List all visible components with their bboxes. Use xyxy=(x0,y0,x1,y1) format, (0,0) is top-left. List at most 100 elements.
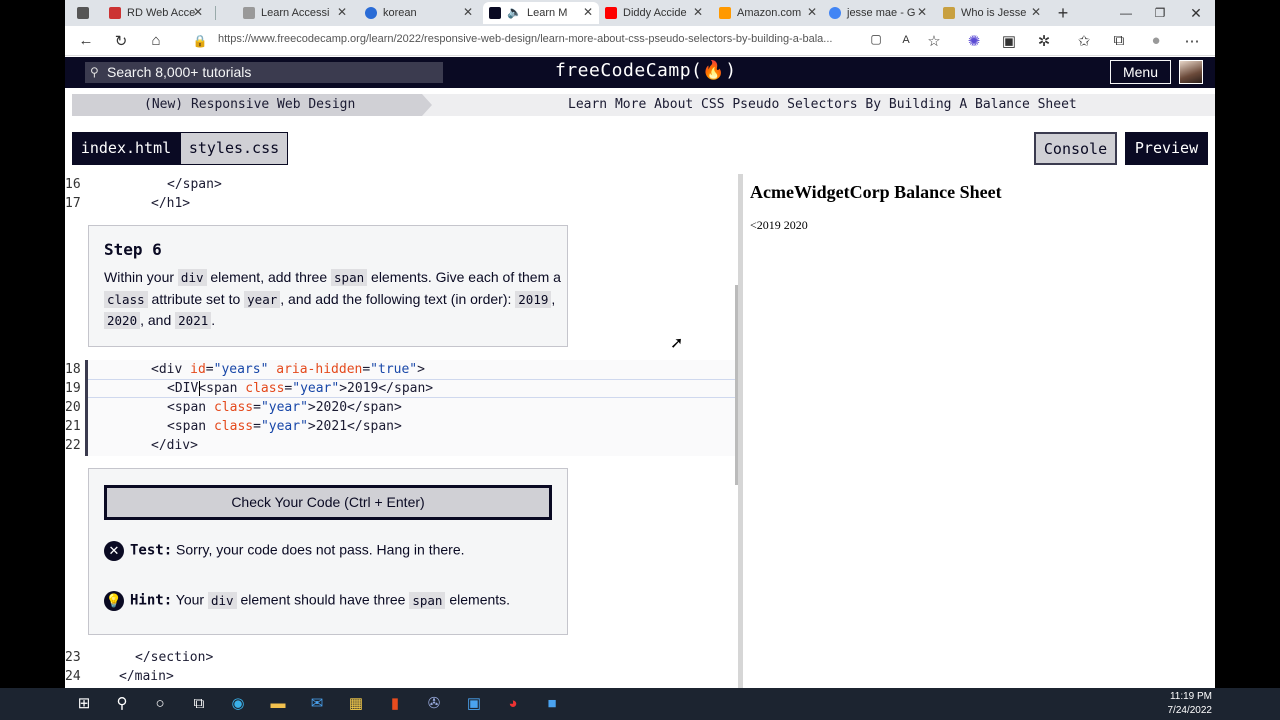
close-icon[interactable]: ✕ xyxy=(463,5,473,19)
tab-label: korean xyxy=(383,7,417,19)
console-button[interactable]: Console xyxy=(1034,132,1117,165)
preview-button[interactable]: Preview xyxy=(1125,132,1208,165)
tab-label: Who is Jesse xyxy=(961,7,1027,19)
tab-styles-css[interactable]: styles.css xyxy=(180,132,288,165)
task-view-icon[interactable]: ⧉ xyxy=(189,694,209,714)
window-close-icon[interactable]: ✕ xyxy=(1187,2,1205,24)
tab-amazon[interactable]: Amazon.com ✕ xyxy=(713,2,823,24)
test-result: ✕ Test: Sorry, your code does not pass. H… xyxy=(104,541,465,561)
favorites-icon[interactable]: ✩ xyxy=(1075,32,1093,50)
tab-strip: RD Web Acce ✕ Learn Accessi ✕ korean ✕ 🔈 Lea… xyxy=(65,0,1215,26)
tab-actions-icon xyxy=(77,7,89,19)
tab-index-html[interactable]: index.html xyxy=(72,132,180,165)
text-caret xyxy=(199,381,200,396)
windows-start-icon[interactable]: ⊞ xyxy=(74,694,94,714)
avatar[interactable] xyxy=(1179,60,1203,84)
url-field[interactable]: https://www.freecodecamp.org/learn/2022/… xyxy=(218,33,832,45)
code-line: </section> xyxy=(135,650,214,665)
system-clock[interactable]: 11:19 PM 7/24/2022 xyxy=(1168,690,1213,718)
menu-button[interactable]: Menu xyxy=(1110,60,1171,84)
read-aloud-icon[interactable]: A xyxy=(897,34,915,46)
lock-icon[interactable]: 🔒 xyxy=(191,34,209,48)
close-icon[interactable]: ✕ xyxy=(337,5,347,19)
breadcrumb-superblock[interactable]: (New) Responsive Web Design xyxy=(72,94,422,116)
fail-icon: ✕ xyxy=(104,541,124,561)
close-icon[interactable]: ✕ xyxy=(1031,5,1041,19)
step-instructions: Within your div element, add three span … xyxy=(104,269,561,329)
office-icon[interactable]: ▮ xyxy=(385,694,405,714)
fcc-logo[interactable]: freeCodeCamp(🔥) xyxy=(555,60,737,81)
tab-label: jesse mae - G xyxy=(847,7,916,19)
fcc-favicon xyxy=(489,7,501,19)
mail-icon[interactable]: ✉ xyxy=(307,694,327,714)
tab-learn-accessibility[interactable]: Learn Accessi ✕ xyxy=(237,2,353,24)
browser-window: RD Web Acce ✕ Learn Accessi ✕ korean ✕ 🔈 Lea… xyxy=(65,0,1215,688)
code-line: </div> xyxy=(151,438,198,453)
extension-icon[interactable]: ✺ xyxy=(965,32,983,50)
file-explorer-icon[interactable]: ▬ xyxy=(268,694,288,714)
cortana-icon[interactable]: ○ xyxy=(150,694,170,714)
hint: 💡 Hint: Your div element should have thre… xyxy=(104,591,510,611)
home-icon[interactable]: ⌂ xyxy=(147,32,165,49)
breadcrumb-block[interactable]: Learn More About CSS Pseudo Selectors By… xyxy=(568,94,1077,116)
preview-years: <2019 2020 xyxy=(750,218,808,232)
close-icon[interactable]: ✕ xyxy=(693,5,703,19)
collections-icon[interactable]: ⧉ xyxy=(1110,32,1128,49)
code-line: </span> xyxy=(167,177,222,192)
search-input[interactable]: ⚲ Search 8,000+ tutorials xyxy=(85,62,443,83)
refresh-icon[interactable]: ↻ xyxy=(112,32,130,50)
more-menu-icon[interactable]: ⋯ xyxy=(1183,32,1201,50)
store-icon[interactable]: ▦ xyxy=(346,694,366,714)
restore-icon[interactable]: ❐ xyxy=(1151,2,1169,24)
fcc-favicon xyxy=(243,7,255,19)
tab-google-search[interactable]: jesse mae - G ✕ xyxy=(823,2,933,24)
code-line: </h1> xyxy=(151,196,191,211)
right-letterbox xyxy=(1215,0,1280,688)
tab-actions[interactable] xyxy=(65,2,95,24)
google-favicon xyxy=(829,7,841,19)
page-favicon xyxy=(943,7,955,19)
line-number: 22 xyxy=(65,438,81,453)
check-code-button[interactable]: Check Your Code (Ctrl + Enter) xyxy=(104,485,552,520)
korean-favicon xyxy=(365,7,377,19)
close-icon[interactable]: ✕ xyxy=(193,5,203,19)
screenshot-icon[interactable]: ▣ xyxy=(1000,32,1018,50)
minimize-icon[interactable]: — xyxy=(1117,2,1135,24)
fcc-navbar: ⚲ Search 8,000+ tutorials freeCodeCamp(🔥)… xyxy=(65,57,1215,88)
tab-learn-more-active[interactable]: 🔈 Learn M ✕ xyxy=(483,2,599,24)
search-icon[interactable]: ⚲ xyxy=(112,694,132,714)
line-number: 16 xyxy=(65,177,81,192)
search-placeholder: Search 8,000+ tutorials xyxy=(107,64,252,80)
code-editor[interactable]: 16 </span> 17 </h1> Step 6 Within your d… xyxy=(65,174,738,688)
tab-who-is[interactable]: Who is Jesse ✕ xyxy=(937,2,1047,24)
preview-pane: AcmeWidgetCorp Balance Sheet <2019 2020 xyxy=(743,174,1215,688)
test-output: Check Your Code (Ctrl + Enter) ✕ Test: So… xyxy=(88,468,568,635)
tab-diddy[interactable]: Diddy Accide ✕ xyxy=(599,2,709,24)
code-line: <span class="year">2020</span> xyxy=(167,400,402,415)
speaker-icon[interactable]: 🔈 xyxy=(507,5,522,19)
youtube-favicon xyxy=(605,7,617,19)
close-icon[interactable]: ✕ xyxy=(807,5,817,19)
zoom-icon[interactable]: ■ xyxy=(542,694,562,714)
line-number: 21 xyxy=(65,419,81,434)
mouse-pointer-icon: ➚ xyxy=(670,335,684,352)
reader-icon[interactable]: ▢ xyxy=(867,32,885,46)
tab-korean[interactable]: korean ✕ xyxy=(359,2,479,24)
remote-desktop-icon[interactable]: ▣ xyxy=(464,694,484,714)
chrome-icon[interactable]: ◕ xyxy=(503,694,523,714)
edge-icon[interactable]: ◉ xyxy=(228,694,248,714)
puzzle-icon[interactable]: ✲ xyxy=(1035,32,1053,50)
new-tab-button[interactable]: + xyxy=(1051,2,1075,24)
favorite-star-icon[interactable]: ☆ xyxy=(925,32,943,50)
breadcrumb: (New) Responsive Web Design Learn More A… xyxy=(72,94,1215,116)
close-icon[interactable]: ✕ xyxy=(917,5,927,19)
code-line: <span class="year">2021</span> xyxy=(167,419,402,434)
profile-icon[interactable]: ● xyxy=(1147,32,1165,49)
app-icon[interactable]: ✇ xyxy=(424,694,444,714)
close-icon[interactable]: ✕ xyxy=(583,5,593,19)
back-icon[interactable]: ← xyxy=(77,32,95,49)
step-title: Step 6 xyxy=(104,240,162,259)
line-number: 18 xyxy=(65,362,81,377)
tab-label: Learn M xyxy=(527,7,568,19)
tab-rd-web[interactable]: RD Web Acce ✕ xyxy=(103,2,209,24)
